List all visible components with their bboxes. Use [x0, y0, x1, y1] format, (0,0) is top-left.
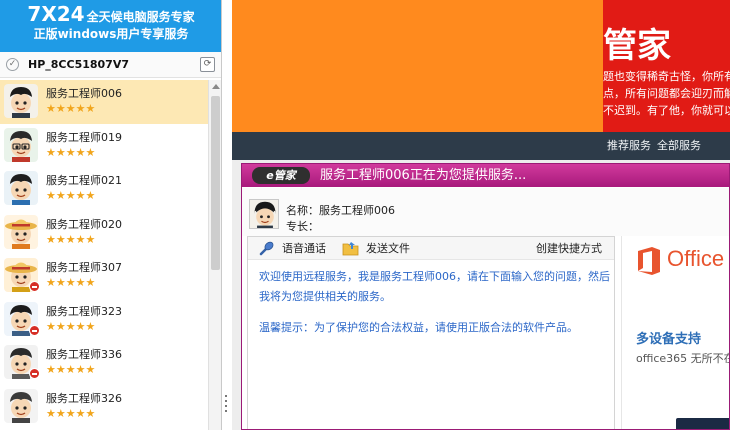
engineer-rating-stars: ★★★★★	[46, 276, 96, 289]
voice-call-label: 语音通话	[282, 242, 326, 255]
office-brand: Office	[667, 246, 725, 271]
promo-line-2: 点，所有问题都会迎刃而解	[603, 87, 730, 100]
engineer-item[interactable]: 服务工程师323 ★★★★★	[0, 298, 208, 342]
banner-7x24: 7X24	[27, 2, 85, 26]
host-name: HP_8CC51807V7	[28, 58, 130, 71]
engineer-list-scrollbar[interactable]	[208, 80, 221, 430]
engineer-rating-stars: ★★★★★	[46, 189, 96, 202]
engineer-info: 名称：服务工程师006 专长：	[242, 188, 729, 236]
busy-status-icon	[29, 281, 40, 292]
welcome-message: 欢迎使用远程服务，我是服务工程师006，请在下面输入您的问题，然后我将为您提供相…	[259, 270, 610, 303]
engineer-avatar	[4, 84, 38, 118]
busy-status-icon	[29, 324, 40, 336]
engineer-item[interactable]: 服务工程师336 ★★★★★	[0, 341, 208, 385]
engineer-name: 服务工程师021	[46, 174, 122, 187]
tip-message: 温馨提示：为了保护您的合法权益，请使用正版合法的软件产品。	[259, 321, 578, 334]
engineer-rating-stars: ★★★★★	[46, 102, 96, 115]
chat-title: 服务工程师006正在为您提供服务...	[320, 168, 527, 183]
engineer-list: 服务工程师006 ★★★★★ 服务工程师019 ★★★★★ 服务工程师021 ★★★★★ 服…	[0, 80, 208, 430]
engineer-item[interactable]: 服务工程师020 ★★★★★	[0, 211, 208, 255]
engineer-sidebar: 7X24 全天候电脑服务专家 正版windows用户专享服务 ✓ HP_8CC51…	[0, 0, 222, 430]
engineer-rating-stars: ★★★★★	[46, 145, 96, 159]
nav-recommended-link[interactable]: 推荐服务	[607, 132, 651, 160]
engineer-item[interactable]: 服务工程师019 ★★★★★	[0, 124, 208, 168]
create-shortcut-button[interactable]: 创建快捷方式	[536, 237, 602, 260]
promo-ad: 管家 题也变得稀奇古怪，你所有 点，所有问题都会迎刃而解 不迟到。有了他，你就可…	[603, 0, 730, 132]
busy-status-icon	[29, 368, 40, 379]
office-desc: office365 无所不在	[636, 352, 730, 365]
engineer-name: 服务工程师326	[46, 391, 122, 405]
engineer-item[interactable]: 服务工程师307 ★★★★★	[0, 254, 208, 298]
chat-panel: 语音通话 发送文件 创建快捷方式 欢迎使用远程服务，我是服务工程师006，请在下…	[247, 236, 615, 429]
engineer-item[interactable]: 服务工程师021 ★★★★★	[0, 167, 208, 211]
office-logo-icon	[638, 247, 660, 275]
chat-title-bar[interactable]: e管家 服务工程师006正在为您提供服务...	[242, 164, 729, 187]
folder-icon	[342, 240, 360, 257]
microphone-icon	[258, 240, 276, 257]
device-image	[676, 418, 729, 429]
engineer-avatar	[4, 214, 38, 249]
engineer-rating-stars: ★★★★★	[46, 319, 96, 333]
create-shortcut-label: 创建快捷方式	[536, 242, 602, 255]
engineer-avatar	[4, 127, 38, 162]
splitter-grip[interactable]	[224, 395, 228, 415]
engineer-rating-stars: ★★★★★	[46, 363, 96, 376]
nav-all-link[interactable]: 全部服务	[657, 132, 701, 160]
engineer-name: 服务工程师323	[46, 304, 122, 318]
engineer-avatar	[4, 388, 38, 423]
engineer-item[interactable]: 服务工程师326 ★★★★★	[0, 385, 208, 429]
engineer-avatar	[4, 171, 38, 205]
promo-brand: 管家	[603, 26, 671, 66]
eguanjia-logo: e管家	[252, 167, 310, 184]
engineer-rating-stars: ★★★★★	[46, 406, 96, 420]
scroll-up-arrow-icon[interactable]	[212, 84, 220, 89]
office-headline: 多设备支持	[636, 332, 702, 347]
chat-toolbar: 语音通话 发送文件 创建快捷方式	[248, 237, 614, 260]
promo-line-3: 不迟到。有了他，你就可以	[603, 104, 730, 117]
top-nav: 推荐服务 全部服务	[232, 132, 730, 160]
engineer-name: 服务工程师020	[46, 217, 122, 231]
engineer-name: 服务工程师336	[46, 348, 122, 361]
host-bar: ✓ HP_8CC51807V7 ⟳	[0, 52, 221, 78]
service-banner: 7X24 全天候电脑服务专家 正版windows用户专享服务	[0, 0, 221, 52]
engineer-avatar	[249, 199, 279, 229]
engineer-name: 服务工程师006	[46, 87, 122, 100]
engineer-item[interactable]: 服务工程师006 ★★★★★	[0, 80, 208, 124]
scrollbar-thumb[interactable]	[211, 96, 220, 270]
engineer-specialty-row: 专长：	[286, 220, 319, 233]
banner-line-1: 7X24 全天候电脑服务专家	[0, 2, 221, 26]
banner-subtitle: 正版windows用户专享服务	[33, 27, 189, 41]
engineer-name-row: 名称：服务工程师006	[286, 204, 395, 217]
engineer-rating-stars: ★★★★★	[46, 232, 96, 246]
send-file-label: 发送文件	[366, 242, 410, 255]
host-check-icon: ✓	[6, 58, 19, 71]
host-settings-icon[interactable]: ⟳	[200, 57, 215, 72]
promo-line-1: 题也变得稀奇古怪，你所有	[603, 70, 730, 83]
engineer-name: 服务工程师307	[46, 261, 122, 274]
office-ad[interactable]: Office 多设备支持 office365 无所不在	[621, 236, 730, 429]
service-chat-window: e管家 服务工程师006正在为您提供服务... 名称：服务工程师006 专长：	[241, 163, 730, 430]
engineer-name: 服务工程师019	[46, 130, 122, 144]
banner-slogan: 全天候电脑服务专家	[86, 10, 195, 24]
